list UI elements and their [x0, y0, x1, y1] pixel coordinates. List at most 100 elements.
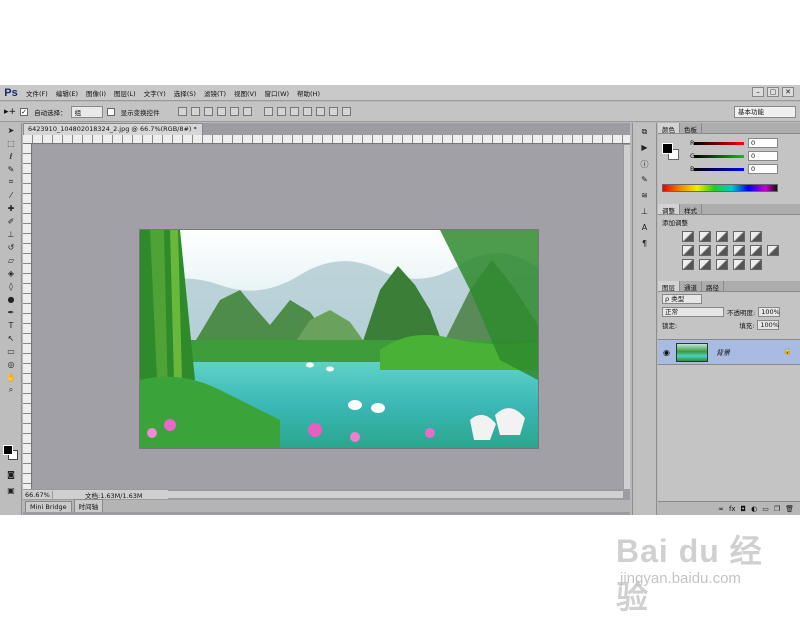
info-icon[interactable]: ⓘ — [638, 159, 652, 171]
horizontal-scrollbar[interactable] — [168, 490, 623, 498]
vibrance-icon[interactable] — [750, 231, 762, 242]
photo-filter-icon[interactable] — [733, 245, 745, 256]
align-left-icon[interactable] — [216, 107, 226, 116]
new-adjustment-icon[interactable]: ◐ — [751, 505, 757, 513]
threshold-icon[interactable] — [716, 259, 728, 270]
new-layer-icon[interactable]: ❐ — [774, 505, 780, 513]
tab-mini-bridge[interactable]: Mini Bridge — [25, 501, 72, 512]
paragraph-icon[interactable]: ¶ — [638, 239, 652, 251]
align-right-icon[interactable] — [242, 107, 252, 116]
color-balance-icon[interactable] — [699, 245, 711, 256]
eye-icon[interactable]: ◉ — [663, 348, 670, 357]
history-brush-icon[interactable]: ↺ — [4, 241, 18, 253]
pen-tool-icon[interactable]: ✒ — [4, 306, 18, 318]
shape-tool-icon[interactable]: ▭ — [4, 345, 18, 357]
slider-g-value[interactable]: 0 — [748, 151, 778, 161]
workspace-select[interactable]: 基本功能 — [734, 106, 796, 118]
layer-style-icon[interactable]: fx — [729, 505, 736, 513]
3d-tool-icon[interactable]: ◎ — [4, 358, 18, 370]
document-tab[interactable]: 6423910_104802018324_2.jpg @ 66.7%(RGB/8… — [23, 123, 203, 135]
path-select-icon[interactable]: ↖ — [4, 332, 18, 344]
color-spectrum[interactable] — [662, 184, 778, 192]
brush-tool-icon[interactable]: ✐ — [4, 215, 18, 227]
layer-row-background[interactable]: ◉ 背景 🔒 — [658, 339, 800, 365]
hue-saturation-icon[interactable] — [682, 245, 694, 256]
color-swatches[interactable] — [3, 445, 19, 461]
tab-color[interactable]: 颜色 — [658, 123, 680, 134]
character-icon[interactable]: A — [638, 223, 652, 235]
menu-type[interactable]: 文字(Y) — [140, 88, 170, 98]
clone-source-icon[interactable]: ⊥ — [638, 207, 652, 219]
move-tool-icon[interactable]: ▸+ — [4, 107, 16, 117]
new-group-icon[interactable]: ▭ — [762, 505, 769, 513]
menu-filter[interactable]: 滤镜(T) — [200, 88, 230, 98]
align-top-icon[interactable] — [177, 107, 187, 116]
delete-layer-icon[interactable]: 🗑 — [785, 505, 794, 513]
zoom-level[interactable]: 66.67% — [23, 490, 53, 499]
paint-bucket-icon[interactable]: ◈ — [4, 267, 18, 279]
dodge-tool-icon[interactable]: ● — [4, 293, 18, 305]
black-white-icon[interactable] — [716, 245, 728, 256]
distribute-bottom-icon[interactable] — [289, 107, 299, 116]
blur-tool-icon[interactable]: ◊ — [4, 280, 18, 292]
tab-layers[interactable]: 图层 — [658, 281, 680, 292]
gradient-map-icon[interactable] — [733, 259, 745, 270]
history-icon[interactable]: ⧉ — [638, 127, 652, 139]
actions-icon[interactable]: ▶ — [638, 143, 652, 155]
quick-select-tool-icon[interactable]: ✎ — [4, 163, 18, 175]
menu-view[interactable]: 视图(V) — [230, 88, 261, 98]
tab-paths[interactable]: 路径 — [702, 281, 724, 292]
zoom-tool-icon[interactable]: ⌕ — [4, 384, 18, 396]
align-hcenter-icon[interactable] — [229, 107, 239, 116]
link-layers-icon[interactable]: ∞ — [718, 505, 724, 513]
slider-r-value[interactable]: 0 — [748, 138, 778, 148]
distribute-hcenter-icon[interactable] — [315, 107, 325, 116]
tab-timeline[interactable]: 时间轴 — [73, 499, 104, 512]
add-mask-icon[interactable]: ◘ — [741, 505, 747, 513]
brightness-icon[interactable] — [682, 231, 694, 242]
menu-image[interactable]: 图像(I) — [82, 88, 110, 98]
distribute-left-icon[interactable] — [302, 107, 312, 116]
quick-mask-icon[interactable]: ◙ — [4, 468, 18, 480]
opacity-field[interactable]: 100% — [758, 306, 781, 317]
tab-swatches[interactable]: 色板 — [680, 123, 702, 134]
exposure-icon[interactable] — [733, 231, 745, 242]
screen-mode-icon[interactable]: ▣ — [4, 484, 18, 496]
marquee-tool-icon[interactable]: ⬚ — [4, 137, 18, 149]
restore-button[interactable]: ▢ — [767, 87, 779, 97]
close-button[interactable]: ✕ — [782, 87, 794, 97]
lasso-tool-icon[interactable]: ℓ — [4, 150, 18, 162]
posterize-icon[interactable] — [699, 259, 711, 270]
tab-adjustments[interactable]: 调整 — [658, 204, 680, 215]
levels-icon[interactable] — [699, 231, 711, 242]
color-lookup-icon[interactable] — [767, 245, 779, 256]
auto-select-checkbox[interactable]: ✓ — [20, 107, 29, 116]
crop-tool-icon[interactable]: ⌗ — [4, 176, 18, 188]
blend-mode[interactable]: 正常 — [662, 306, 724, 317]
slider-b-value[interactable]: 0 — [748, 164, 778, 174]
landscape-image[interactable] — [140, 230, 538, 448]
foreground-color-swatch[interactable] — [3, 445, 13, 455]
eraser-tool-icon[interactable]: ▱ — [4, 254, 18, 266]
clone-stamp-icon[interactable]: ⊥ — [4, 228, 18, 240]
distribute-vcenter-icon[interactable] — [276, 107, 286, 116]
auto-select-dropdown[interactable]: 组 — [70, 105, 103, 118]
menu-select[interactable]: 选择(S) — [170, 88, 200, 98]
curves-icon[interactable] — [716, 231, 728, 242]
distribute-right-icon[interactable] — [328, 107, 338, 116]
channel-mixer-icon[interactable] — [750, 245, 762, 256]
slider-g-track[interactable] — [694, 154, 744, 158]
type-tool-icon[interactable]: T — [4, 319, 18, 331]
align-bottom-icon[interactable] — [203, 107, 213, 116]
menu-help[interactable]: 帮助(H) — [293, 88, 324, 98]
distribute-top-icon[interactable] — [263, 107, 273, 116]
healing-brush-icon[interactable]: ✚ — [4, 202, 18, 214]
auto-align-icon[interactable] — [341, 107, 351, 116]
align-vcenter-icon[interactable] — [190, 107, 200, 116]
slider-b-track[interactable] — [694, 167, 744, 171]
fill-field[interactable]: 100% — [757, 319, 780, 330]
vertical-scrollbar[interactable] — [623, 145, 630, 489]
menu-file[interactable]: 文件(F) — [22, 88, 52, 98]
minimize-button[interactable]: – — [752, 87, 764, 97]
menu-edit[interactable]: 编辑(E) — [52, 88, 82, 98]
